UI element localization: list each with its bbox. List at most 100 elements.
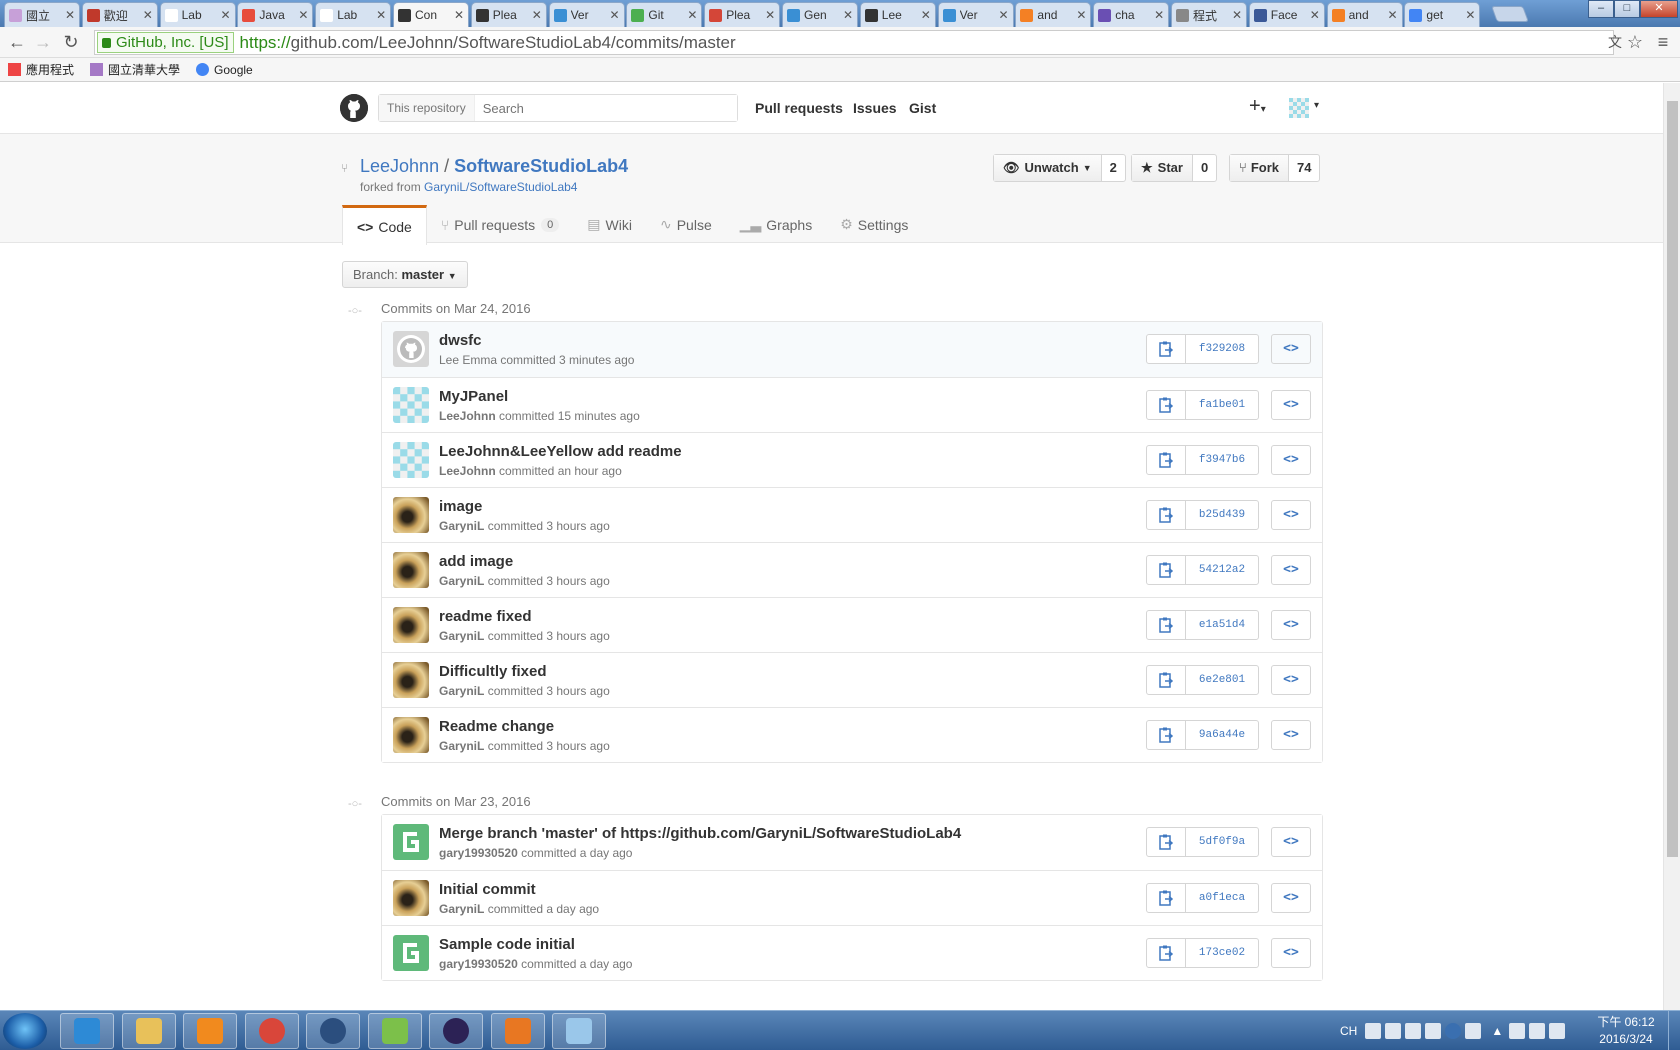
close-tab-icon[interactable]: ✕ [1076, 8, 1086, 22]
commit-message-link[interactable]: Sample code initial [439, 936, 575, 953]
show-desktop-button[interactable] [1668, 1011, 1680, 1050]
browse-code-button[interactable]: <> [1271, 720, 1311, 750]
browser-tab[interactable]: Lee ✕ [859, 2, 936, 27]
commit-sha-link[interactable]: 54212a2 [1186, 556, 1258, 584]
commit-author-link[interactable]: GaryniL [439, 574, 484, 588]
browser-tab[interactable]: Git ✕ [626, 2, 703, 27]
nav-pull-requests[interactable]: Pull requests [755, 100, 843, 116]
commit-author-avatar[interactable] [393, 880, 429, 916]
fork-button[interactable]: ⑂ Fork [1230, 155, 1289, 181]
commit-message-link[interactable]: dwsfc [439, 332, 482, 349]
copy-sha-button[interactable] [1147, 666, 1186, 694]
github-octocat-icon[interactable] [340, 94, 368, 122]
commit-message-link[interactable]: Readme change [439, 718, 554, 735]
commit-author-avatar[interactable] [393, 387, 429, 423]
browse-code-button[interactable]: <> [1271, 827, 1311, 857]
volume-icon[interactable] [1549, 1023, 1566, 1039]
search-input[interactable] [474, 95, 737, 121]
commit-sha-link[interactable]: 9a6a44e [1186, 721, 1258, 749]
tab-pull-requests[interactable]: ⑂ Pull requests 0 [427, 205, 573, 244]
commit-message-link[interactable]: Difficultly fixed [439, 663, 547, 680]
commit-sha-link[interactable]: a0f1eca [1186, 884, 1258, 912]
browse-code-button[interactable]: <> [1271, 500, 1311, 530]
taskbar-app-button[interactable] [60, 1013, 114, 1049]
commit-author-link[interactable]: gary19930520 [439, 846, 518, 860]
browser-tab[interactable]: and ✕ [1326, 2, 1403, 27]
commit-message-link[interactable]: Initial commit [439, 881, 536, 898]
close-tab-icon[interactable]: ✕ [298, 8, 308, 22]
browser-tab[interactable]: Face ✕ [1248, 2, 1325, 27]
repo-owner-link[interactable]: LeeJohnn [360, 156, 439, 176]
commit-message-link[interactable]: Merge branch 'master' of https://github.… [439, 825, 961, 842]
taskbar-app-button[interactable] [429, 1013, 483, 1049]
commit-message-link[interactable]: readme fixed [439, 608, 532, 625]
nav-gist[interactable]: Gist [909, 100, 936, 116]
commit-message-link[interactable]: LeeJohnn&LeeYellow add readme [439, 443, 682, 460]
reload-button[interactable]: ↻ [60, 32, 82, 54]
scrollbar-thumb[interactable] [1667, 101, 1678, 857]
commit-author-link[interactable]: gary19930520 [439, 957, 518, 971]
commit-message-link[interactable]: add image [439, 553, 513, 570]
commit-sha-link[interactable]: e1a51d4 [1186, 611, 1258, 639]
copy-sha-button[interactable] [1147, 721, 1186, 749]
bookmark-star-icon[interactable]: ☆ [1624, 32, 1646, 54]
address-bar[interactable]: GitHub, Inc. [US] https://github.com/Lee… [94, 30, 1614, 55]
browse-code-button[interactable]: <> [1271, 445, 1311, 475]
show-hidden-icons-icon[interactable]: ▲ [1491, 1024, 1503, 1038]
commit-author-link[interactable]: GaryniL [439, 629, 484, 643]
commit-author-avatar[interactable] [393, 824, 429, 860]
forked-from-link[interactable]: GaryniL/SoftwareStudioLab4 [424, 180, 577, 194]
close-tab-icon[interactable]: ✕ [1310, 8, 1320, 22]
close-tab-icon[interactable]: ✕ [921, 8, 931, 22]
browser-tab[interactable]: Plea ✕ [470, 2, 547, 27]
commit-message-link[interactable]: MyJPanel [439, 388, 508, 405]
close-tab-icon[interactable]: ✕ [143, 8, 153, 22]
close-tab-icon[interactable]: ✕ [1232, 8, 1242, 22]
bookmark-item[interactable]: 應用程式 [8, 61, 74, 78]
browser-tab[interactable]: Plea ✕ [704, 2, 781, 27]
close-tab-icon[interactable]: ✕ [1154, 8, 1164, 22]
commit-sha-link[interactable]: 6e2e801 [1186, 666, 1258, 694]
browse-code-button[interactable]: <> [1271, 610, 1311, 640]
taskbar-app-button[interactable] [306, 1013, 360, 1049]
taskbar-app-button[interactable] [244, 1013, 299, 1049]
browse-code-button[interactable]: <> [1271, 665, 1311, 695]
commit-author-avatar[interactable] [393, 607, 429, 643]
browse-code-button[interactable]: <> [1271, 883, 1311, 913]
menu-icon[interactable]: ≡ [1652, 32, 1674, 54]
repo-name-link[interactable]: SoftwareStudioLab4 [454, 156, 628, 176]
taskbar-app-button[interactable] [121, 1013, 176, 1049]
copy-sha-button[interactable] [1147, 446, 1186, 474]
close-tab-icon[interactable]: ✕ [1465, 8, 1475, 22]
start-button-icon[interactable] [3, 1013, 47, 1049]
commit-sha-link[interactable]: f329208 [1186, 335, 1258, 363]
copy-sha-button[interactable] [1147, 828, 1186, 856]
taskbar-app-button[interactable] [183, 1013, 237, 1049]
browser-tab[interactable]: Java ✕ [237, 2, 314, 27]
network-icon[interactable] [1529, 1023, 1546, 1039]
commit-author-avatar[interactable] [393, 552, 429, 588]
clock[interactable]: 下午 06:12 2016/3/24 [1590, 1014, 1662, 1048]
browser-tab[interactable]: and ✕ [1015, 2, 1092, 27]
nav-issues[interactable]: Issues [853, 100, 897, 116]
commit-author-avatar[interactable] [393, 497, 429, 533]
maximize-button[interactable]: □ [1614, 0, 1640, 18]
taskbar-app-button[interactable] [490, 1013, 545, 1049]
browser-tab[interactable]: Lab ✕ [159, 2, 236, 27]
browser-tab[interactable]: get ✕ [1404, 2, 1481, 27]
browser-tab[interactable]: Lab ✕ [315, 2, 392, 27]
tab-pulse[interactable]: ∿ Pulse [646, 205, 726, 244]
commit-author-link[interactable]: GaryniL [439, 739, 484, 753]
tab-graphs[interactable]: ▁▃ Graphs [726, 205, 826, 244]
browse-code-button[interactable]: <> [1271, 555, 1311, 585]
minimize-button[interactable]: – [1588, 0, 1614, 18]
input-language-indicator[interactable]: CH [1340, 1024, 1357, 1038]
commit-author-link[interactable]: GaryniL [439, 902, 484, 916]
close-tab-icon[interactable]: ✕ [999, 8, 1009, 22]
commit-sha-link[interactable]: f3947b6 [1186, 446, 1258, 474]
copy-sha-button[interactable] [1147, 939, 1186, 967]
copy-sha-button[interactable] [1147, 335, 1186, 363]
close-tab-icon[interactable]: ✕ [454, 8, 464, 22]
commit-message-link[interactable]: image [439, 498, 482, 515]
stargazers-count[interactable]: 0 [1193, 155, 1216, 181]
